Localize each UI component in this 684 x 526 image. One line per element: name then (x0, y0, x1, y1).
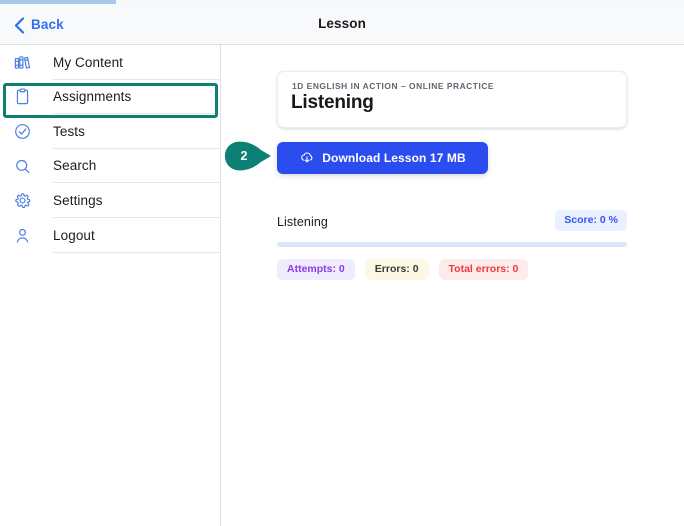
lesson-course-label: 1D ENGLISH IN ACTION – ONLINE PRACTICE (292, 81, 495, 91)
search-icon (10, 154, 34, 178)
sidebar-item-label: Settings (53, 192, 103, 208)
divider (53, 251, 220, 253)
progress-title: Listening (277, 215, 328, 229)
sidebar-item-tests[interactable]: Tests (0, 114, 220, 149)
download-lesson-button[interactable]: Download Lesson 17 MB (277, 142, 488, 174)
main-content: 1D ENGLISH IN ACTION – ONLINE PRACTICE L… (221, 45, 684, 526)
total-errors-badge: Total errors: 0 (438, 259, 529, 280)
sidebar-item-label: Search (53, 158, 97, 174)
annotation-marker-2: 2 (224, 141, 278, 171)
sidebar-item-my-content[interactable]: My Content (0, 45, 220, 80)
download-lesson-label: Download Lesson 17 MB (322, 151, 466, 165)
lesson-title: Listening (291, 92, 374, 113)
attempts-badge: Attempts: 0 (277, 259, 355, 280)
app-header: Back Lesson (0, 4, 684, 45)
sidebar-item-label: My Content (53, 54, 124, 70)
page-title: Lesson (318, 16, 366, 31)
sidebar-item-label: Logout (53, 227, 95, 243)
errors-badge: Errors: 0 (364, 259, 429, 280)
clipboard-icon (10, 85, 34, 109)
progress-bar-track (277, 242, 627, 247)
sidebar-item-label: Assignments (53, 89, 132, 105)
cloud-download-icon (301, 152, 313, 163)
sidebar-item-label: Tests (53, 123, 86, 139)
books-icon (10, 50, 34, 74)
sidebar-item-logout[interactable]: Logout (0, 218, 220, 253)
lesson-stats-row: Attempts: 0 Errors: 0 Total errors: 0 (277, 259, 529, 280)
gear-icon (10, 189, 34, 213)
lesson-screen: Back Lesson My Content Assignments Tests… (0, 0, 684, 526)
sidebar-item-search[interactable]: Search (0, 149, 220, 184)
annotation-marker-number: 2 (240, 148, 248, 163)
sidebar-item-assignments[interactable]: Assignments (0, 80, 220, 115)
check-circle-icon (10, 119, 34, 143)
sidebar: My Content Assignments Tests Search Sett… (0, 45, 221, 526)
sidebar-item-settings[interactable]: Settings (0, 183, 220, 218)
score-badge: Score: 0 % (555, 210, 627, 231)
lesson-card: 1D ENGLISH IN ACTION – ONLINE PRACTICE L… (277, 71, 627, 128)
sidebar-nav-list: My Content Assignments Tests Search Sett… (0, 45, 220, 253)
user-icon (10, 223, 34, 247)
